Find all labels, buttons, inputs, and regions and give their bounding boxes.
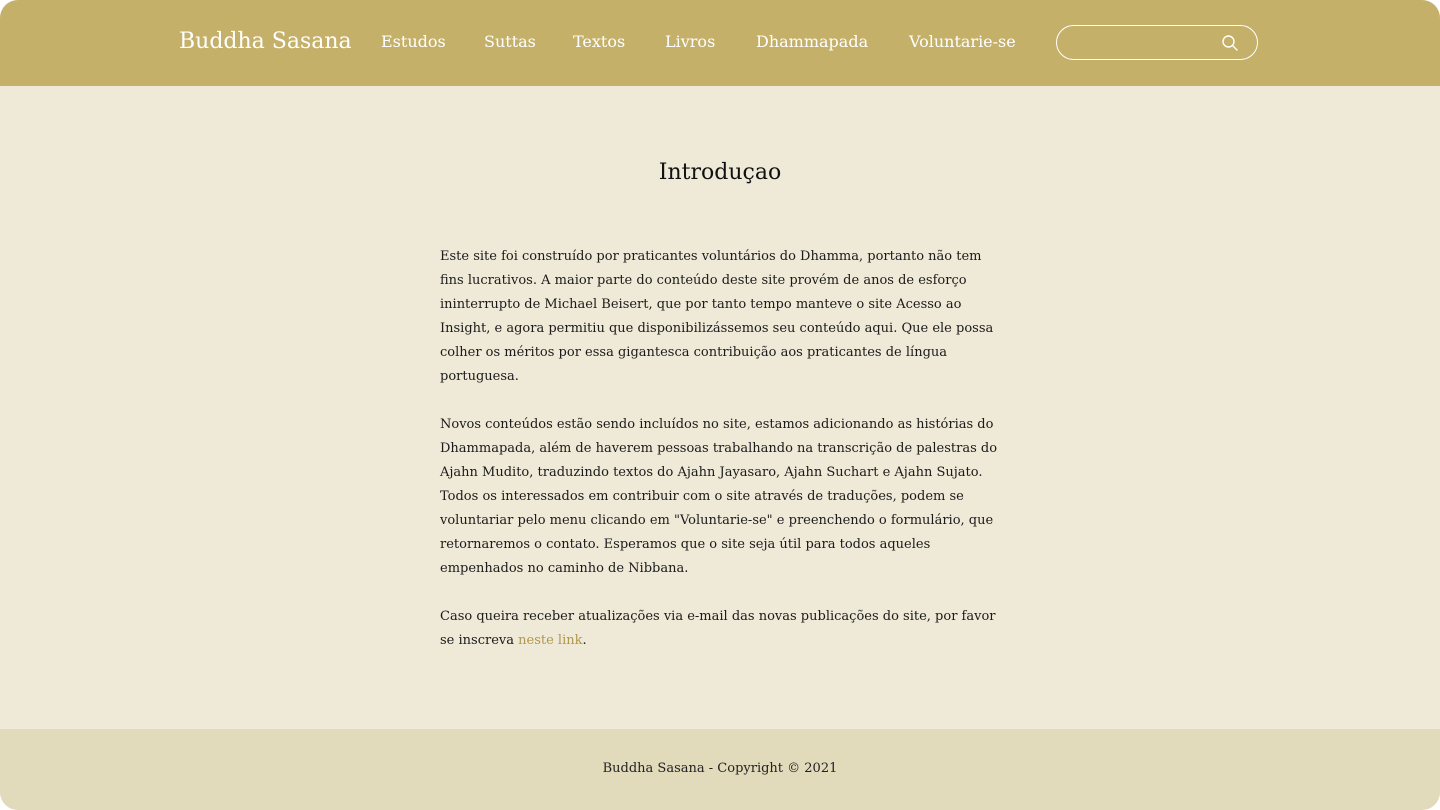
intro-text: Este site foi construído por praticantes…	[440, 245, 1002, 677]
nav-item-dhammapada[interactable]: Dhammapada	[756, 31, 868, 53]
nav-item-suttas[interactable]: Suttas	[484, 31, 536, 53]
nav-item-estudos[interactable]: Estudos	[381, 31, 446, 53]
subscribe-suffix: .	[582, 633, 587, 648]
nav-item-voluntarie-se[interactable]: Voluntarie-se	[909, 31, 1016, 53]
paragraph-2: Novos conteúdos estão sendo incluídos no…	[440, 417, 998, 576]
nav-item-livros[interactable]: Livros	[665, 31, 715, 53]
site-footer: Buddha Sasana - Copyright © 2021	[0, 729, 1440, 810]
search-input[interactable]	[1069, 32, 1223, 56]
search-icon[interactable]	[1221, 34, 1239, 52]
subscribe-link[interactable]: neste link	[518, 633, 582, 648]
copyright-text: Buddha Sasana - Copyright © 2021	[602, 761, 838, 776]
search-box	[1056, 25, 1258, 60]
nav-item-textos[interactable]: Textos	[573, 31, 625, 53]
site-header: Buddha Sasana Estudos Suttas Textos Livr…	[0, 0, 1440, 86]
subscribe-paragraph: Caso queira receber atualizações via e-m…	[440, 605, 1002, 653]
brand-logo-link[interactable]: Buddha Sasana	[179, 26, 352, 58]
main-content: Introduçao Este site foi construído por …	[0, 86, 1440, 729]
page-title: Introduçao	[658, 160, 782, 185]
page-frame: Buddha Sasana Estudos Suttas Textos Livr…	[0, 0, 1440, 810]
paragraph-1: Este site foi construído por praticantes…	[440, 249, 994, 384]
